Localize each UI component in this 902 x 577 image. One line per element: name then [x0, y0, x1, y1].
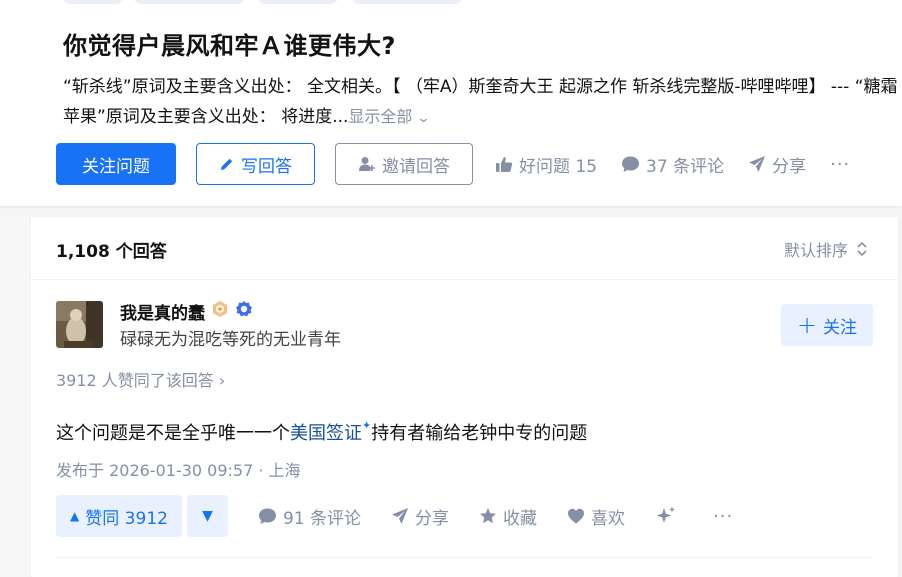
- question-detail: “斩杀线”原词及主要含义出处： 全文相关。【 （牢A）斯奎奇大王 起源之作 斩杀…: [63, 72, 902, 134]
- topic-tag[interactable]: [63, 0, 123, 4]
- divider: [56, 557, 873, 558]
- star-icon: [480, 508, 497, 524]
- question-share-label: 分享: [772, 156, 807, 177]
- topic-tag[interactable]: [134, 0, 244, 4]
- like-label: 喜欢: [591, 508, 626, 529]
- topic-tag[interactable]: [258, 0, 338, 4]
- downvote-arrow-icon: ▼: [202, 508, 213, 524]
- write-answer-label: 写回答: [241, 156, 292, 177]
- upvote-label: 赞同 3912: [85, 508, 168, 529]
- invite-answer-label: 邀请回答: [382, 156, 450, 177]
- question-header: 你觉得户晨风和牢Ａ谁更伟大? “斩杀线”原词及主要含义出处： 全文相关。【 （牢…: [0, 0, 902, 206]
- collect-button[interactable]: 收藏: [479, 504, 537, 529]
- sort-icon: [857, 241, 867, 257]
- follow-author-label: 关注: [823, 317, 858, 338]
- author-info: 我是真的蠢: [120, 299, 253, 324]
- verified-badge-icon: [235, 300, 253, 323]
- answer-text-rest: 持有者输给老钟中专的问题: [371, 423, 588, 444]
- comment-icon: [259, 508, 276, 524]
- heart-icon: [568, 508, 585, 524]
- answer-comments-button[interactable]: 91 条评论: [258, 504, 361, 529]
- sort-dropdown[interactable]: 默认排序: [784, 237, 868, 261]
- answer-content: 这个问题是不是全乎唯一一个美国签证✦持有者输给老钟中专的问题: [56, 419, 587, 445]
- question-comments-button[interactable]: 37 条评论: [621, 152, 724, 177]
- sort-label: 默认排序: [783, 241, 848, 260]
- answer-share-label: 分享: [415, 508, 450, 529]
- sparkle-icon: [656, 506, 676, 523]
- sparkle-icon: ✦: [362, 419, 372, 432]
- write-answer-button[interactable]: 写回答: [196, 143, 315, 185]
- share-icon: [392, 508, 409, 524]
- more-options-icon[interactable]: ···: [830, 154, 850, 175]
- answer-actions: ▲ 赞同 3912 ▼ 91 条评论 分享 收藏 喜欢 ···: [56, 495, 733, 537]
- author-name[interactable]: 我是真的蠢: [120, 299, 205, 324]
- topic-tag[interactable]: [352, 0, 462, 4]
- thumbs-up-icon: [496, 157, 513, 172]
- comment-icon: [622, 156, 640, 172]
- invite-answer-button[interactable]: 邀请回答: [335, 143, 473, 185]
- downvote-button[interactable]: ▼: [187, 495, 228, 537]
- show-all-label: 显示全部: [348, 107, 413, 126]
- answer-text: 这个问题是不是全乎唯一一个: [56, 423, 290, 444]
- good-question-button[interactable]: 好问题 15: [495, 152, 597, 177]
- answer-comments-label: 91 条评论: [283, 508, 362, 529]
- ai-sparkle-button[interactable]: [655, 505, 683, 527]
- follow-question-button[interactable]: 关注问题: [56, 143, 176, 185]
- upvote-button[interactable]: ▲ 赞同 3912: [56, 495, 182, 537]
- question-title: 你觉得户晨风和牢Ａ谁更伟大?: [63, 32, 396, 60]
- question-actions: 关注问题 写回答 邀请回答 好问题 15 37 条评论 分享 ···: [56, 143, 850, 185]
- answer-list-card: 1,108 个回答 默认排序 我是真的蠢 碌碌无为混吃等死的无业青年 + 关注 …: [31, 217, 898, 577]
- question-share-button[interactable]: 分享: [748, 152, 806, 177]
- answer-share-button[interactable]: 分享: [391, 504, 449, 529]
- show-all-link[interactable]: 显示全部 ⌄: [348, 107, 431, 126]
- publish-meta[interactable]: 发布于 2026-01-30 09:57 · 上海: [56, 457, 301, 481]
- answer-more-options-icon[interactable]: ···: [713, 506, 733, 527]
- good-question-label: 好问题 15: [519, 156, 598, 177]
- invite-user-icon: [359, 157, 375, 171]
- collect-label: 收藏: [503, 508, 538, 529]
- like-button[interactable]: 喜欢: [567, 504, 625, 529]
- voters-link[interactable]: 3912 人赞同了该回答 ›: [56, 367, 225, 391]
- answer-count: 1,108 个回答: [56, 242, 167, 262]
- author-bio: 碌碌无为混吃等死的无业青年: [120, 330, 341, 350]
- question-detail-text: “斩杀线”原词及主要含义出处： 全文相关。【 （牢A）斯奎奇大王 起源之作 斩杀…: [63, 77, 898, 127]
- share-icon: [749, 156, 766, 172]
- answer-list-header: 1,108 个回答 默认排序: [31, 217, 898, 280]
- chevron-down-icon: ⌄: [416, 111, 431, 126]
- plus-icon: +: [796, 311, 818, 339]
- follow-author-button[interactable]: + 关注: [781, 304, 873, 346]
- keyword-link[interactable]: 美国签证: [290, 423, 362, 444]
- question-comments-label: 37 条评论: [646, 156, 725, 177]
- level-badge-icon: [211, 300, 229, 323]
- upvote-arrow-icon: ▲: [70, 509, 80, 523]
- pencil-icon: [221, 158, 233, 170]
- avatar[interactable]: [56, 301, 103, 348]
